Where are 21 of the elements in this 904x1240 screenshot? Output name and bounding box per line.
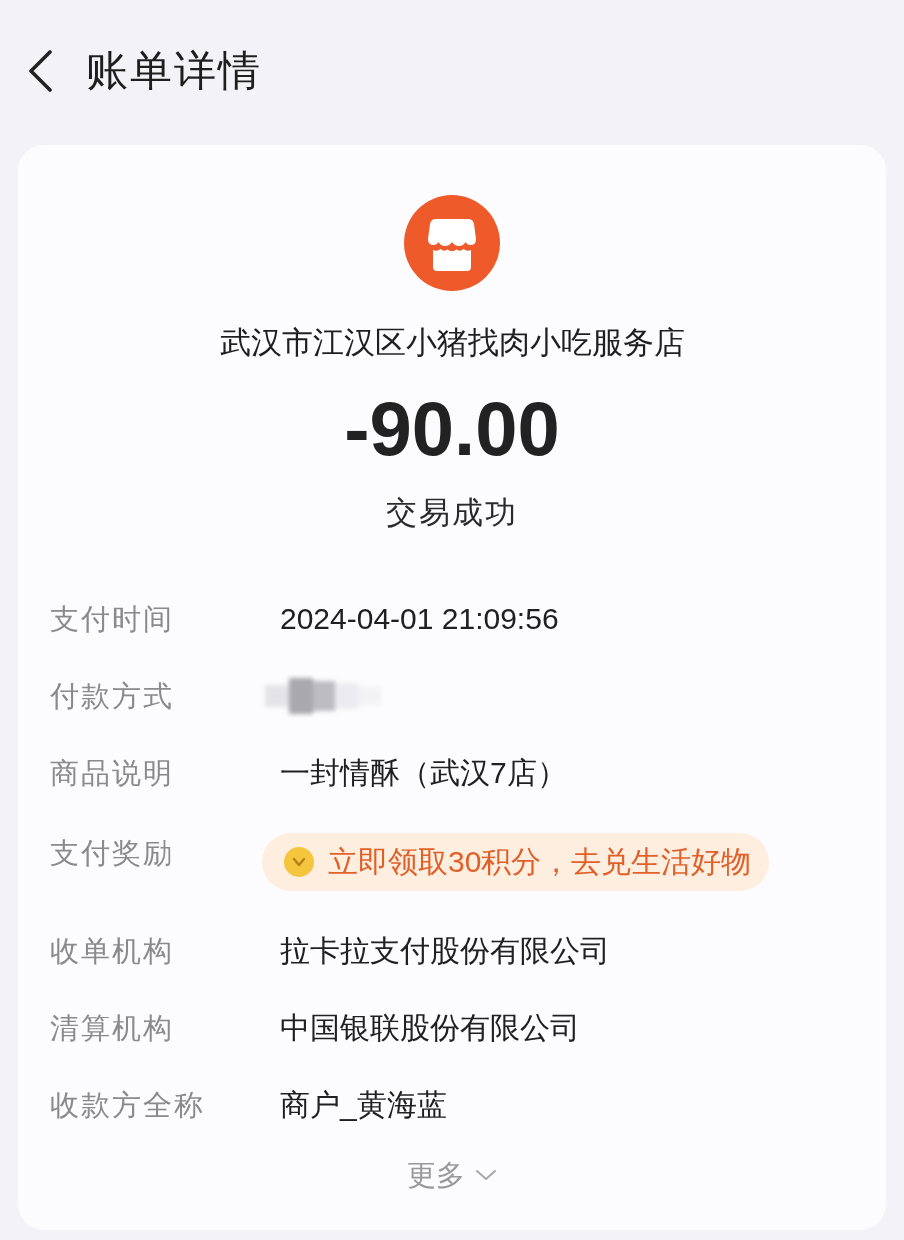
detail-value: 2024-04-01 21:09:56 <box>280 600 559 637</box>
reward-pill[interactable]: 立即领取30积分，去兑生活好物 <box>262 833 770 891</box>
more-button[interactable]: 更多 <box>407 1155 497 1195</box>
status-text: 交易成功 <box>386 494 518 532</box>
detail-label: 收单机构 <box>50 933 175 969</box>
merchant-name: 武汉市江汉区小猪找肉小吃服务店 <box>219 324 685 362</box>
detail-label: 清算机构 <box>50 1010 175 1046</box>
coin-icon <box>284 847 314 877</box>
detail-label: 商品说明 <box>50 755 175 791</box>
store-icon <box>404 195 500 291</box>
detail-value: 中国银联股份有限公司 <box>280 1009 580 1046</box>
detail-label: 付款方式 <box>50 678 175 714</box>
amount: -90.00 <box>344 389 560 469</box>
detail-value: 一封情酥（武汉7店） <box>280 754 567 791</box>
detail-label: 支付时间 <box>50 601 175 637</box>
detail-label: 收款方全称 <box>50 1087 206 1123</box>
detail-value: 商户_黄海蓝 <box>280 1086 447 1123</box>
back-icon <box>27 49 53 92</box>
detail-value: 拉卡拉支付股份有限公司 <box>280 932 610 969</box>
detail-label: 支付奖励 <box>50 836 175 871</box>
page-title: 账单详情 <box>86 45 262 96</box>
